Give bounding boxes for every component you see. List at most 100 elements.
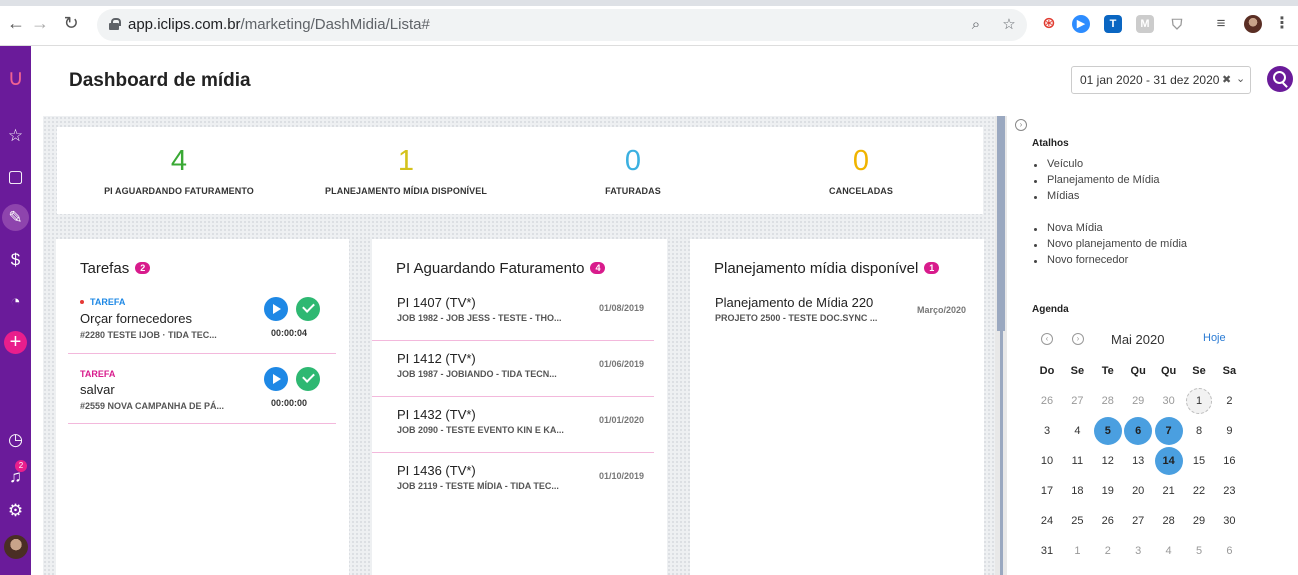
calendar-day[interactable]: 4 [1062, 416, 1092, 446]
calendar-day[interactable]: 26 [1032, 386, 1062, 416]
calendar-day[interactable]: 13 [1123, 446, 1153, 476]
zoom-extension-icon[interactable]: ▶ [1072, 15, 1090, 33]
zoom-icon[interactable]: ⌕ [967, 16, 985, 34]
shortcut-link[interactable]: Veículo [1034, 158, 1160, 174]
calendar-day[interactable]: 29 [1184, 506, 1214, 536]
calendar-day[interactable]: 19 [1093, 476, 1123, 506]
calendar-day[interactable]: 8 [1184, 416, 1214, 446]
address-bar[interactable]: app.iclips.com.br/marketing/DashMidia/Li… [97, 9, 1027, 41]
calendar-day[interactable]: 31 [1032, 536, 1062, 566]
calendar-day[interactable]: 28 [1154, 506, 1184, 536]
calendar-day[interactable]: 15 [1184, 446, 1214, 476]
logo-clip-icon[interactable]: ∪ [0, 64, 31, 92]
clear-icon[interactable]: ✖ [1222, 73, 1231, 86]
calendar-day[interactable]: 16 [1214, 446, 1244, 476]
chevron-down-icon[interactable]: ⌄ [1236, 72, 1245, 85]
task-name[interactable]: salvar [80, 382, 115, 397]
reload-icon[interactable]: ↻ [61, 13, 81, 33]
user-avatar[interactable] [4, 535, 28, 559]
calendar-day[interactable]: 5 [1093, 416, 1123, 446]
scrollbar-thumb[interactable] [997, 116, 1005, 331]
trello-extension-icon[interactable]: T [1104, 15, 1122, 33]
calendar-day[interactable]: 6 [1123, 416, 1153, 446]
calendar-day[interactable]: 2 [1214, 386, 1244, 416]
shortcut-link[interactable]: Nova Mídia [1033, 222, 1187, 238]
finance-dollar-icon[interactable]: $ [0, 246, 31, 274]
add-plus-button[interactable]: + [4, 331, 27, 354]
media-control-icon[interactable]: ≡ [1212, 15, 1230, 33]
shortcut-link[interactable]: Mídias [1034, 190, 1160, 206]
pi-item[interactable]: PI 1432 (TV*) JOB 2090 - TESTE EVENTO KI… [372, 397, 654, 453]
pi-item[interactable]: PI 1407 (TV*) JOB 1982 - JOB JESS - TEST… [372, 285, 654, 341]
calendar-day[interactable]: 6 [1214, 536, 1244, 566]
calendar-day[interactable]: 25 [1062, 506, 1092, 536]
stat-pi-aguardando[interactable]: 4 PI AGUARDANDO FATURAMENTO [64, 127, 294, 196]
calendar-day[interactable]: 27 [1062, 386, 1092, 416]
calendar-day[interactable]: 22 [1184, 476, 1214, 506]
calendar-day[interactable]: 14 [1154, 446, 1184, 476]
calendar-day[interactable]: 30 [1154, 386, 1184, 416]
task-item[interactable]: TAREFA salvar #2559 NOVA CAMPANHA DE PÁ.… [68, 354, 336, 424]
pi-item[interactable]: PI 1436 (TV*) JOB 2119 - TESTE MÍDIA - T… [372, 453, 654, 509]
media-edit-icon[interactable]: ✎ [0, 204, 31, 232]
settings-gear-icon[interactable]: ⚙ [0, 497, 31, 525]
shortcut-link[interactable]: Novo planejamento de mídia [1033, 238, 1187, 254]
calendar-day[interactable]: 30 [1214, 506, 1244, 536]
calendar-day[interactable]: 21 [1154, 476, 1184, 506]
calendar-day[interactable]: 5 [1184, 536, 1214, 566]
favorites-star-icon[interactable]: ☆ [0, 122, 31, 150]
calendar-day[interactable]: 1 [1184, 386, 1214, 416]
back-icon[interactable]: ← [6, 13, 26, 33]
calendar-day[interactable]: 12 [1093, 446, 1123, 476]
stat-canceladas[interactable]: 0 CANCELADAS [746, 127, 976, 196]
calendar-day[interactable]: 27 [1123, 506, 1153, 536]
calendar-day[interactable]: 23 [1214, 476, 1244, 506]
date-range-select[interactable]: 01 jan 2020 - 31 dez 2020 ✖ ⌄ [1071, 66, 1251, 94]
calendar-day[interactable]: 2 [1093, 536, 1123, 566]
play-button[interactable] [264, 297, 288, 321]
profile-avatar[interactable] [1244, 15, 1262, 33]
play-button[interactable] [264, 367, 288, 391]
clock-icon[interactable]: ◷ [0, 426, 31, 454]
extension-icon-1[interactable]: ⊛ [1040, 15, 1058, 33]
next-month-icon[interactable]: › [1072, 333, 1084, 345]
stat-planejamento-disponivel[interactable]: 1 PLANEJAMENTO MÍDIA DISPONÍVEL [291, 127, 521, 196]
calendar-day[interactable]: 9 [1214, 416, 1244, 446]
search-button[interactable] [1267, 66, 1293, 92]
calendar-day[interactable]: 28 [1093, 386, 1123, 416]
extension-icon-m[interactable]: M [1136, 15, 1154, 33]
clipboard-icon[interactable]: ▢ [0, 163, 31, 191]
calendar-day[interactable]: 7 [1154, 416, 1184, 446]
calendar-day[interactable]: 26 [1093, 506, 1123, 536]
shield-extension-icon[interactable]: ⛉ [1168, 15, 1186, 33]
calendar-day[interactable]: 20 [1123, 476, 1153, 506]
shortcut-link[interactable]: Planejamento de Mídia [1034, 174, 1160, 190]
stat-faturadas[interactable]: 0 FATURADAS [518, 127, 748, 196]
calendar-day[interactable]: 3 [1032, 416, 1062, 446]
pi-item[interactable]: PI 1412 (TV*) JOB 1987 - JOBIANDO - TIDA… [372, 341, 654, 397]
task-name[interactable]: Orçar fornecedores [80, 311, 192, 326]
menu-dots-icon[interactable]: ⋮ [1273, 15, 1291, 33]
url-text[interactable]: app.iclips.com.br/marketing/DashMidia/Li… [128, 16, 430, 33]
today-button[interactable]: Hoje [1203, 332, 1226, 344]
calendar-day[interactable]: 29 [1123, 386, 1153, 416]
calendar-day[interactable]: 11 [1062, 446, 1092, 476]
plan-item[interactable]: Planejamento de Mídia 220 PROJETO 2500 -… [690, 285, 972, 341]
prev-month-icon[interactable]: ‹ [1041, 333, 1053, 345]
collapse-chevron-icon[interactable]: › [1015, 119, 1027, 131]
complete-button[interactable] [296, 367, 320, 391]
complete-button[interactable] [296, 297, 320, 321]
calendar-day[interactable]: 18 [1062, 476, 1092, 506]
reports-pie-icon[interactable]: ◔ [0, 288, 31, 316]
main-scrollbar[interactable] [995, 116, 1007, 575]
calendar-day[interactable]: 17 [1032, 476, 1062, 506]
calendar-day[interactable]: 3 [1123, 536, 1153, 566]
bookmark-star-icon[interactable]: ☆ [1000, 16, 1018, 34]
forward-icon[interactable]: → [30, 13, 50, 33]
calendar-day[interactable]: 10 [1032, 446, 1062, 476]
calendar-day[interactable]: 4 [1154, 536, 1184, 566]
calendar-day[interactable]: 1 [1062, 536, 1092, 566]
calendar-day[interactable]: 24 [1032, 506, 1062, 536]
shortcut-link[interactable]: Novo fornecedor [1033, 254, 1187, 270]
task-item[interactable]: TAREFA Orçar fornecedores #2280 TESTE IJ… [68, 291, 336, 354]
